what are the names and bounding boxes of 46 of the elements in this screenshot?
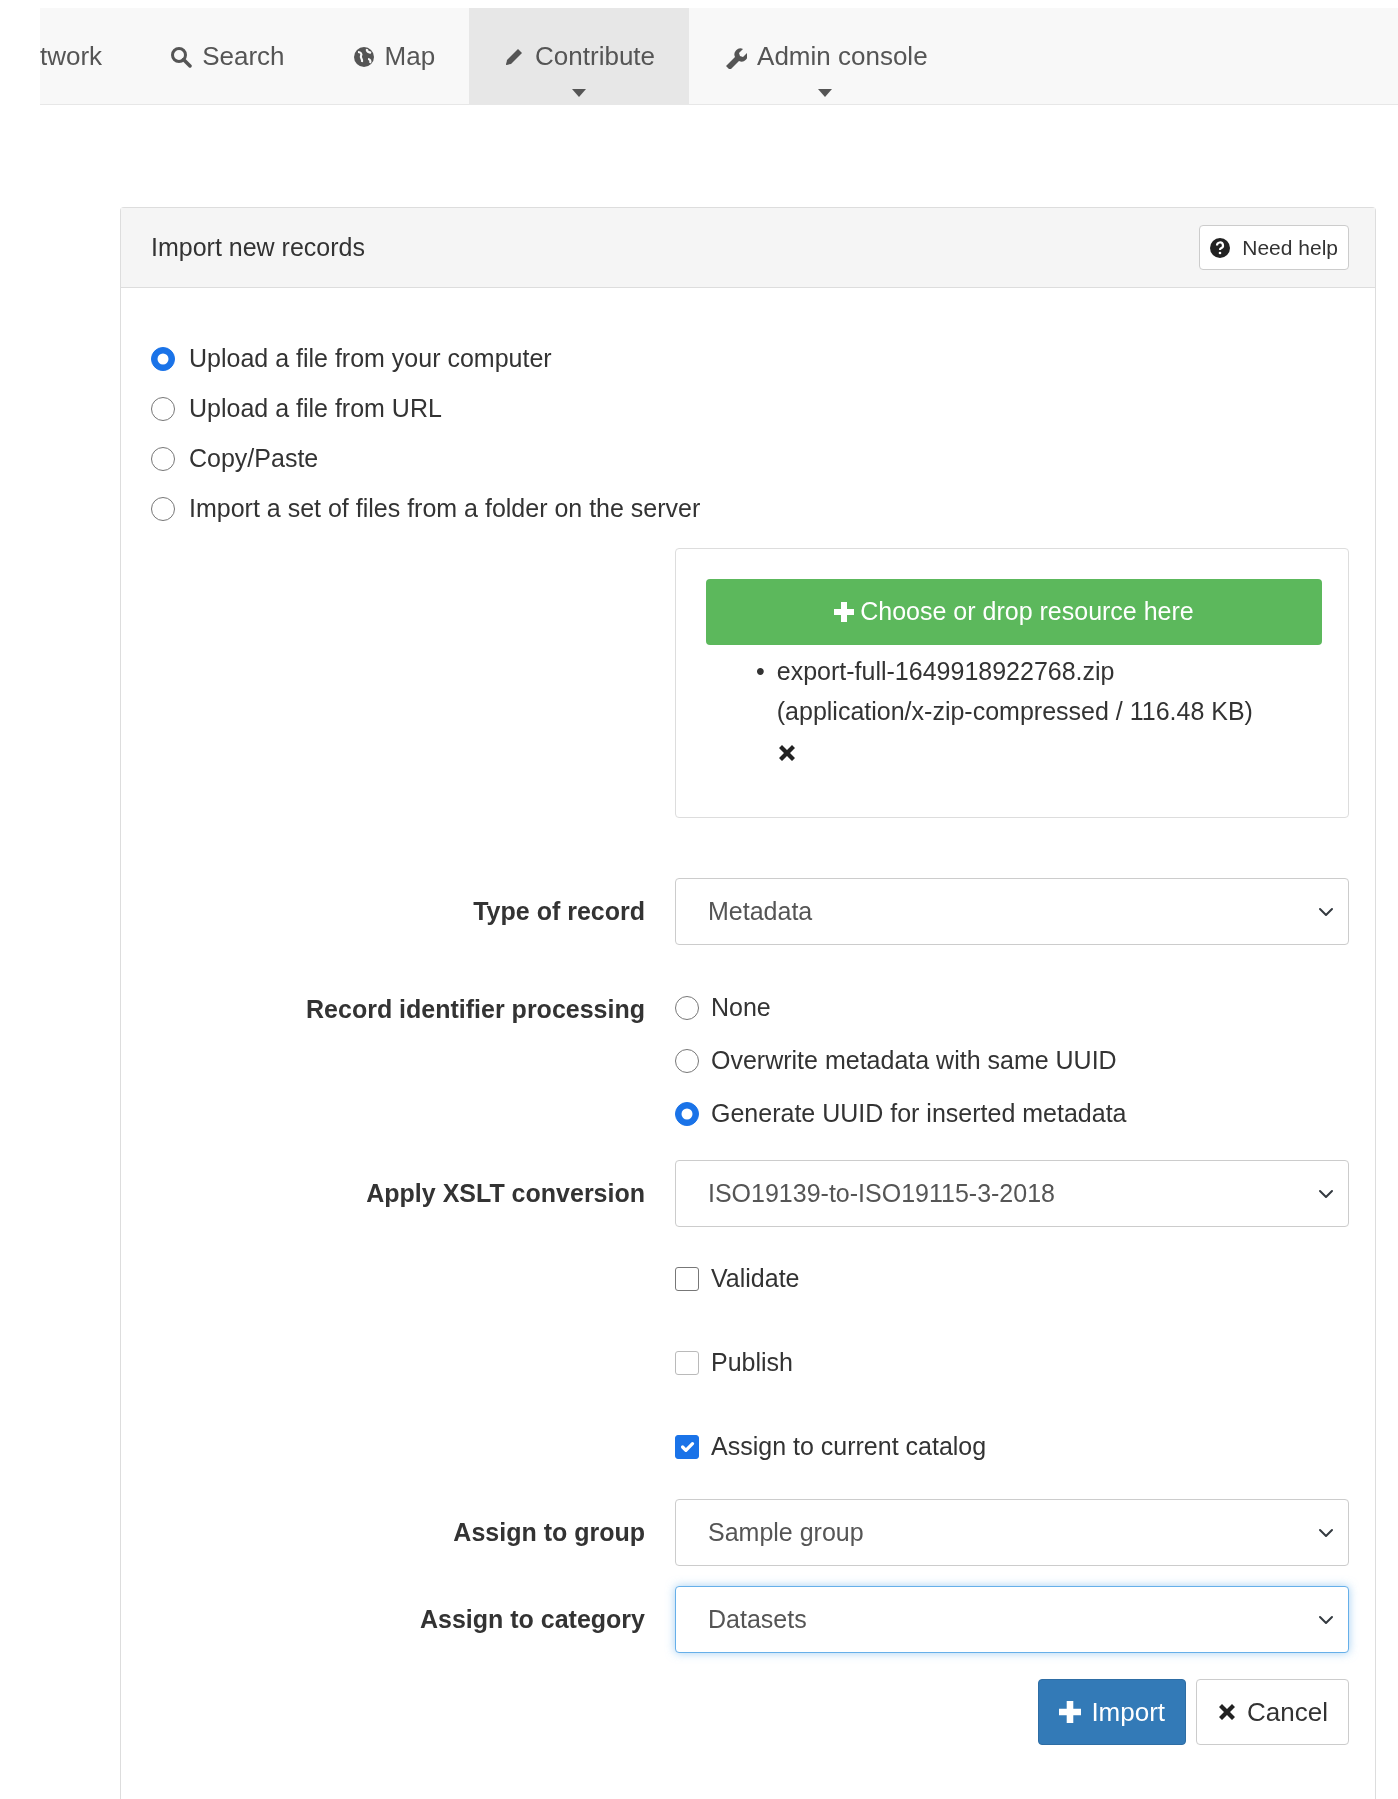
plus-icon [834, 602, 855, 622]
file-details: (application/x-zip-compressed / 116.48 KB) [776, 696, 1253, 727]
file-name: export-full-1649918922768.zip [776, 656, 1116, 687]
radio-button[interactable] [675, 1101, 699, 1126]
option-label: Copy/Paste [189, 443, 319, 475]
cancel-button[interactable]: Cancel [1196, 1679, 1349, 1745]
radio-button[interactable] [151, 497, 175, 521]
nav-tab[interactable]: Contribute [469, 8, 690, 105]
plus-icon [1059, 1701, 1082, 1723]
field-label: Assign to group [453, 1517, 645, 1546]
search-icon [170, 45, 193, 68]
nav-tab[interactable]: Map [318, 8, 470, 105]
dropdown[interactable]: Sample group [675, 1499, 1349, 1566]
checkbox-label: Assign to current catalog [711, 1431, 987, 1463]
option-label: None [711, 991, 771, 1023]
import-button[interactable]: Import [1038, 1679, 1187, 1745]
dropdown[interactable]: Datasets [675, 1586, 1349, 1653]
option-label: Upload a file from URL [189, 393, 442, 425]
field-label: Apply XSLT conversion [366, 1178, 645, 1207]
radio-button[interactable] [151, 347, 175, 371]
option-label: Overwrite metadata with same UUID [711, 1044, 1117, 1076]
question-icon [1210, 237, 1231, 258]
panel-title: Import new records [151, 231, 365, 263]
help-button[interactable]: Need help [1199, 224, 1349, 271]
radio-button[interactable] [675, 995, 699, 1020]
nav-tab[interactable]: Admin console [689, 8, 962, 105]
nav-tab[interactable]: twork [40, 8, 137, 105]
field-label: Record identifier processing [306, 995, 645, 1023]
field-label: Assign to category [419, 1604, 645, 1633]
radio-button[interactable] [151, 447, 175, 471]
nav-tab[interactable]: Search [136, 8, 319, 105]
checkbox-label: Validate [711, 1263, 800, 1295]
option-label: Import a set of files from a folder on the server [189, 493, 701, 525]
checkbox-label: Publish [711, 1347, 793, 1379]
checkbox[interactable] [675, 1435, 699, 1459]
dropdown[interactable]: ISO19139-to-ISO19115-3-2018 [675, 1160, 1349, 1227]
radio-button[interactable] [675, 1048, 699, 1073]
option-label: Generate UUID for inserted metadata [711, 1097, 1127, 1129]
field-label: Type of record [473, 896, 645, 925]
radio-button[interactable] [151, 397, 175, 421]
bullet: • [756, 656, 765, 687]
option-label: Upload a file from your computer [189, 343, 552, 375]
dropdown[interactable]: Metadata [675, 878, 1349, 945]
close-icon [1217, 1702, 1238, 1722]
globe-icon [352, 45, 375, 68]
checkbox[interactable] [675, 1267, 699, 1291]
